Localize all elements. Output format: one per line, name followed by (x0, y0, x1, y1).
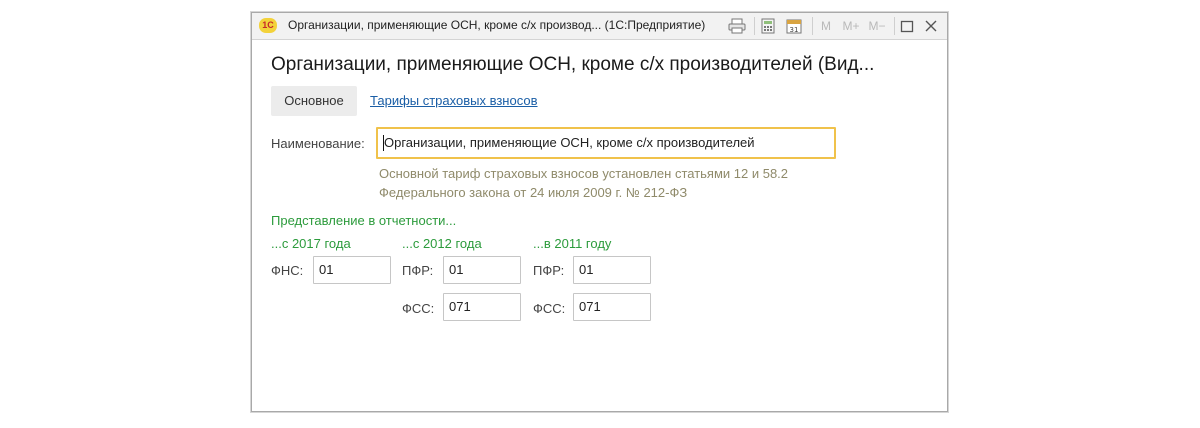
tab-main[interactable]: Основное (271, 86, 357, 116)
tariff-hint: Основной тариф страховых взносов установ… (379, 166, 789, 200)
column-title-2017: ...с 2017 года (271, 236, 351, 251)
fns-label-2017: ФНС: (271, 263, 304, 278)
pfr-label-2011: ПФР: (533, 263, 565, 278)
print-icon[interactable] (728, 17, 748, 35)
fss-label-2012: ФСС: (402, 301, 435, 316)
fns-input-2017[interactable]: 01 (313, 256, 391, 284)
memory-plus-button[interactable]: M+ (840, 17, 862, 35)
reporting-heading: Представление в отчетности... (271, 213, 457, 228)
calendar-day: 31 (790, 26, 799, 34)
column-title-2012: ...с 2012 года (402, 236, 482, 251)
tab-tariffs-link[interactable]: Тарифы страховых взносов (370, 93, 538, 108)
column-title-2011: ...в 2011 году (533, 236, 612, 251)
pfr-label-2012: ПФР: (402, 263, 434, 278)
toolbar-separator (754, 17, 755, 35)
memory-button[interactable]: M (818, 17, 834, 35)
fss-input-2011[interactable]: 071 (573, 293, 651, 321)
close-icon[interactable] (924, 17, 942, 35)
fss-input-2012[interactable]: 071 (443, 293, 521, 321)
calculator-icon[interactable] (760, 17, 780, 35)
memory-minus-button[interactable]: M− (866, 17, 888, 35)
calendar-icon[interactable]: 31 (786, 17, 806, 35)
window-title: Организации, применяющие ОСН, кроме с/х … (288, 18, 706, 32)
name-label: Наименование: (271, 136, 365, 151)
form-window: 1С Организации, применяющие ОСН, кроме с… (251, 12, 948, 412)
toolbar-separator (812, 17, 813, 35)
pfr-input-2011[interactable]: 01 (573, 256, 651, 284)
form-title: Организации, применяющие ОСН, кроме с/х … (271, 54, 875, 75)
pfr-input-2012[interactable]: 01 (443, 256, 521, 284)
fss-label-2011: ФСС: (533, 301, 566, 316)
name-input[interactable]: Организации, применяющие ОСН, кроме с/х … (376, 127, 836, 159)
toolbar-separator (894, 17, 895, 35)
app-logo-icon: 1С (259, 18, 277, 33)
maximize-icon[interactable] (900, 17, 918, 35)
title-bar[interactable]: 1С Организации, применяющие ОСН, кроме с… (252, 13, 947, 40)
